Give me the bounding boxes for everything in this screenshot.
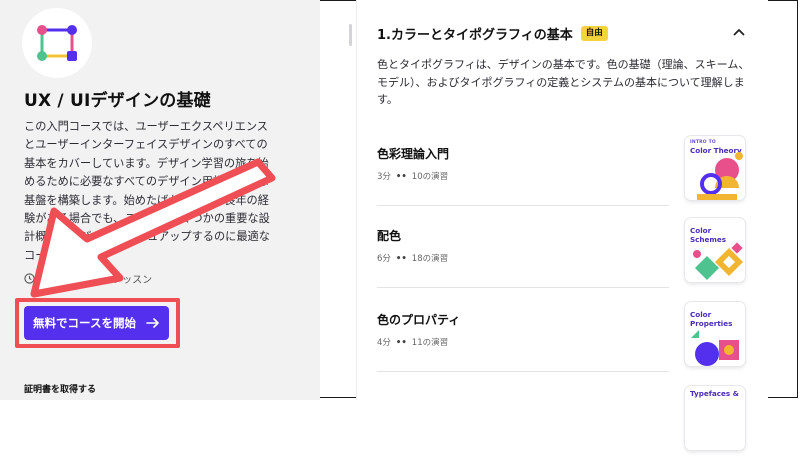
color-schemes-art (693, 242, 743, 280)
duration-text: 4時間 (40, 274, 67, 286)
course-title: UX / UIデザインの基礎 (24, 91, 211, 111)
lesson-meta: 6分 •• 18の演習 (377, 252, 448, 264)
start-course-button[interactable]: 無料でコースを開始 (24, 306, 169, 340)
scrollbar-thumb[interactable] (349, 24, 352, 46)
section-title: 1.カラーとタイポグラフィの基本 (377, 28, 573, 43)
divider (377, 287, 669, 288)
lesson-meta: 4分 •• 11の演習 (377, 336, 448, 348)
section-panel: 1.カラーとタイポグラフィの基本 自由 色とタイポグラフィは、デザインの基本です… (356, 0, 800, 450)
lessons-item: 24レッスン (84, 271, 152, 286)
divider (377, 371, 669, 372)
lesson-exercises: 10の演習 (411, 172, 449, 182)
lesson-thumbnail[interactable]: INTRO TO Color Theory (685, 136, 745, 200)
free-badge: 自由 (580, 26, 608, 41)
lesson-title: 色のプロパティ (377, 313, 461, 327)
clock-icon (24, 272, 35, 284)
lesson-exercises: 18の演習 (411, 254, 449, 264)
section-header[interactable]: 1.カラーとタイポグラフィの基本 自由 (377, 24, 757, 43)
color-theory-art (697, 152, 743, 200)
lesson-title: 配色 (377, 229, 402, 243)
lesson-item[interactable]: 色のプロパティ 4分 •• 11の演習 Color Properties (377, 302, 757, 382)
chevron-up-icon (733, 29, 745, 36)
lessons-count-text: 24レッスン (99, 274, 153, 286)
lesson-duration: 3分 (377, 172, 391, 182)
course-description: この入門コースでは、ユーザーエクスペリエンスとユーザーインターフェイスデザインの… (24, 120, 270, 262)
separator-dot: •• (395, 338, 407, 348)
course-logo-icon (22, 8, 92, 78)
collapse-button[interactable] (729, 22, 749, 42)
lesson-duration: 6分 (377, 254, 391, 264)
lesson-meta: 3分 •• 10の演習 (377, 170, 448, 182)
section-description: 色とタイポグラフィは、デザインの基本です。色の基礎（理論、スキーム、モデル）、お… (377, 58, 750, 106)
divider (377, 205, 669, 206)
color-properties-art (691, 330, 739, 366)
lesson-duration: 4分 (377, 338, 391, 348)
duration-item: 4時間 (24, 271, 66, 286)
lesson-exercises: 11の演習 (411, 338, 449, 348)
section-card: 1.カラーとタイポグラフィの基本 自由 色とタイポグラフィは、デザインの基本です… (356, 0, 768, 450)
start-course-label: 無料でコースを開始 (33, 316, 136, 330)
lesson-thumbnail[interactable]: Color Properties (685, 302, 745, 366)
lesson-title: 色彩理論入門 (377, 147, 450, 161)
lesson-thumbnail[interactable]: Typefaces & (685, 386, 745, 450)
course-info-panel: UX / UIデザインの基礎 この入門コースでは、ユーザーエクスペリエンスとユー… (0, 0, 320, 400)
course-meta: 4時間 24レッスン (24, 270, 152, 286)
certificate-heading: 証明書を取得する (24, 385, 97, 395)
lesson-item[interactable]: 色彩理論入門 3分 •• 10の演習 INTRO TO Color Theory (377, 136, 757, 216)
play-icon (85, 273, 94, 283)
thumbnail-title: Typefaces & (690, 389, 739, 398)
lesson-thumbnail[interactable]: Color Schemes (685, 218, 745, 282)
separator-dot: •• (395, 172, 407, 182)
arrow-right-icon (146, 318, 159, 328)
lesson-item[interactable]: 配色 6分 •• 18の演習 Color Schemes (377, 218, 757, 298)
separator-dot: •• (395, 254, 407, 264)
lesson-item[interactable]: Typefaces & (377, 386, 757, 466)
